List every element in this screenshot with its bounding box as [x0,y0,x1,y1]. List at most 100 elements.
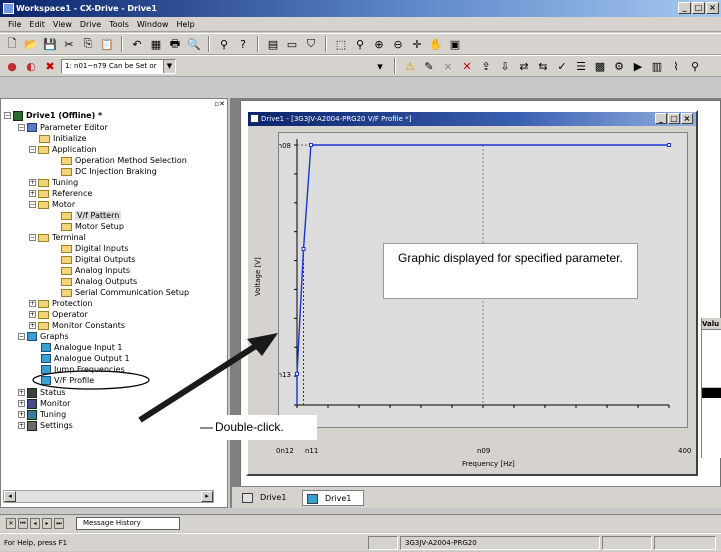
open-icon[interactable]: 📂 [23,36,39,52]
graph-window-icon[interactable] [250,114,259,123]
tree-item-analog-inputs[interactable]: Analog Inputs [61,265,130,276]
upload-icon[interactable]: ⇪ [478,58,494,74]
zoom-icon[interactable]: ⚲ [352,36,368,52]
run-icon[interactable]: ▶ [630,58,646,74]
save-icon[interactable]: 💾 [42,36,58,52]
transfer-icon[interactable]: ⇆ [535,58,551,74]
tree-item-serial-communication[interactable]: Serial Communication Setup [61,287,189,298]
parameter-filter-combo[interactable]: 1: n01~n79 Can be Set or ▼ [61,58,176,74]
delete-icon[interactable]: ✖ [42,58,58,74]
compare-icon[interactable]: ⇄ [516,58,532,74]
trace-icon[interactable]: ⌇ [668,58,684,74]
collapse-icon[interactable]: − [18,124,25,131]
close-x-icon[interactable]: × [440,58,456,74]
download-icon[interactable]: ⇩ [497,58,513,74]
connect-icon[interactable]: ● [4,58,20,74]
tree-item-terminal[interactable]: − Terminal [29,232,86,243]
collapse-icon[interactable]: − [18,333,25,340]
tree-horizontal-scrollbar[interactable]: ◂ ▸ [3,490,214,503]
undo-icon[interactable]: ↶ [129,36,145,52]
crosshair-icon[interactable]: ✛ [409,36,425,52]
tree-item-digital-outputs[interactable]: Digital Outputs [61,254,135,265]
tree-item-tuning[interactable]: + Tuning [29,177,78,188]
zoom-select-icon[interactable]: ⬚ [333,36,349,52]
expand-icon[interactable]: + [29,311,36,318]
search-icon[interactable]: ⚲ [687,58,703,74]
menu-help[interactable]: Help [172,17,198,31]
tree-item-analog-outputs[interactable]: Analog Outputs [61,276,137,287]
panel-pin-icon[interactable]: ▫✕ [214,100,225,108]
last-tab-icon[interactable]: ⏭ [54,518,64,529]
tree-item-initialize[interactable]: Initialize [39,133,86,144]
collapse-icon[interactable]: − [4,112,11,119]
menu-drive[interactable]: Drive [76,17,105,31]
graph-close-button[interactable]: × [681,113,693,124]
minimize-button[interactable]: _ [678,2,691,14]
tree-item-tuning-root[interactable]: + Tuning [18,409,66,420]
list-icon[interactable]: ☰ [573,58,589,74]
expand-icon[interactable]: + [29,190,36,197]
tree-item-reference[interactable]: + Reference [29,188,92,199]
collapse-icon[interactable]: − [29,146,36,153]
zoom-in-icon[interactable]: ⊕ [371,36,387,52]
zoom-out-icon[interactable]: ⊖ [390,36,406,52]
graph-maximize-button[interactable]: □ [668,113,680,124]
scroll-left-icon[interactable]: ◂ [4,491,16,502]
disconnect-icon[interactable]: ◐ [23,58,39,74]
first-tab-icon[interactable]: ⏮ [18,518,28,529]
print-icon[interactable]: 🖶 [167,36,183,52]
tree-item-vf-pattern[interactable]: V/f Pattern [61,210,122,221]
tree-item-motor-setup[interactable]: Motor Setup [61,221,124,232]
close-button[interactable]: × [706,2,719,14]
tab-message-history[interactable]: Message History [76,517,180,530]
tree-item-operation-method[interactable]: Operation Method Selection [61,155,187,166]
new-icon[interactable]: 🗋 [4,36,20,52]
menu-view[interactable]: View [49,17,76,31]
tree-item-parameter-editor[interactable]: − Parameter Editor [18,122,108,133]
tree-item-analogue-output[interactable]: Analogue Output 1 [41,353,130,364]
pin-icon[interactable]: ✕ [6,518,16,529]
prev-tab-icon[interactable]: ◂ [30,518,40,529]
expand-icon[interactable]: + [29,179,36,186]
tree-item-drive1[interactable]: − Drive1 (Offline) * [4,110,102,121]
tree-item-monitor[interactable]: + Monitor [18,398,70,409]
warning-icon[interactable]: ⚠ [402,58,418,74]
graph-icon[interactable]: ▣ [447,36,463,52]
expand-icon[interactable]: + [29,300,36,307]
collapse-icon[interactable]: − [29,201,36,208]
print-preview-icon[interactable]: 🔍 [186,36,202,52]
expand-icon[interactable]: + [18,400,25,407]
cut-icon[interactable]: ✂ [61,36,77,52]
window-icon[interactable]: ▦ [148,36,164,52]
tree-item-application[interactable]: − Application [29,144,97,155]
tree-item-operator[interactable]: + Operator [29,309,88,320]
maximize-button[interactable]: □ [692,2,705,14]
expand-icon[interactable]: + [18,389,25,396]
tree-item-monitor-constants[interactable]: + Monitor Constants [29,320,125,331]
tab-drive1-editor[interactable]: Drive1 [238,490,296,506]
remove-icon[interactable]: ✕ [459,58,475,74]
value-cell-selected[interactable] [702,388,721,398]
filter-icon[interactable]: ⛉ [303,36,319,52]
menu-file[interactable]: File [4,17,25,31]
app-icon[interactable] [3,3,14,14]
paste-icon[interactable]: 📋 [99,36,115,52]
menu-tools[interactable]: Tools [105,17,133,31]
help-icon[interactable]: ? [235,36,251,52]
tree-item-motor[interactable]: − Motor [29,199,75,210]
expand-icon[interactable]: + [18,422,25,429]
collapse-icon[interactable]: − [29,234,36,241]
next-tab-icon[interactable]: ▸ [42,518,52,529]
find-icon[interactable]: ⚲ [216,36,232,52]
tree-item-settings[interactable]: + Settings [18,420,73,431]
tree-item-digital-inputs[interactable]: Digital Inputs [61,243,128,254]
tab-drive1-graph[interactable]: Drive1 [302,490,364,506]
tree-item-analogue-input[interactable]: Analogue Input 1 [41,342,123,353]
settings-icon[interactable]: ⚙ [611,58,627,74]
tree-item-graphs[interactable]: − Graphs [18,331,69,342]
verify-icon[interactable]: ✓ [554,58,570,74]
tree-item-dc-injection[interactable]: DC Injection Braking [61,166,157,177]
monitor-icon[interactable]: ▭ [284,36,300,52]
chart-icon[interactable]: ▥ [649,58,665,74]
menu-edit[interactable]: Edit [25,17,49,31]
